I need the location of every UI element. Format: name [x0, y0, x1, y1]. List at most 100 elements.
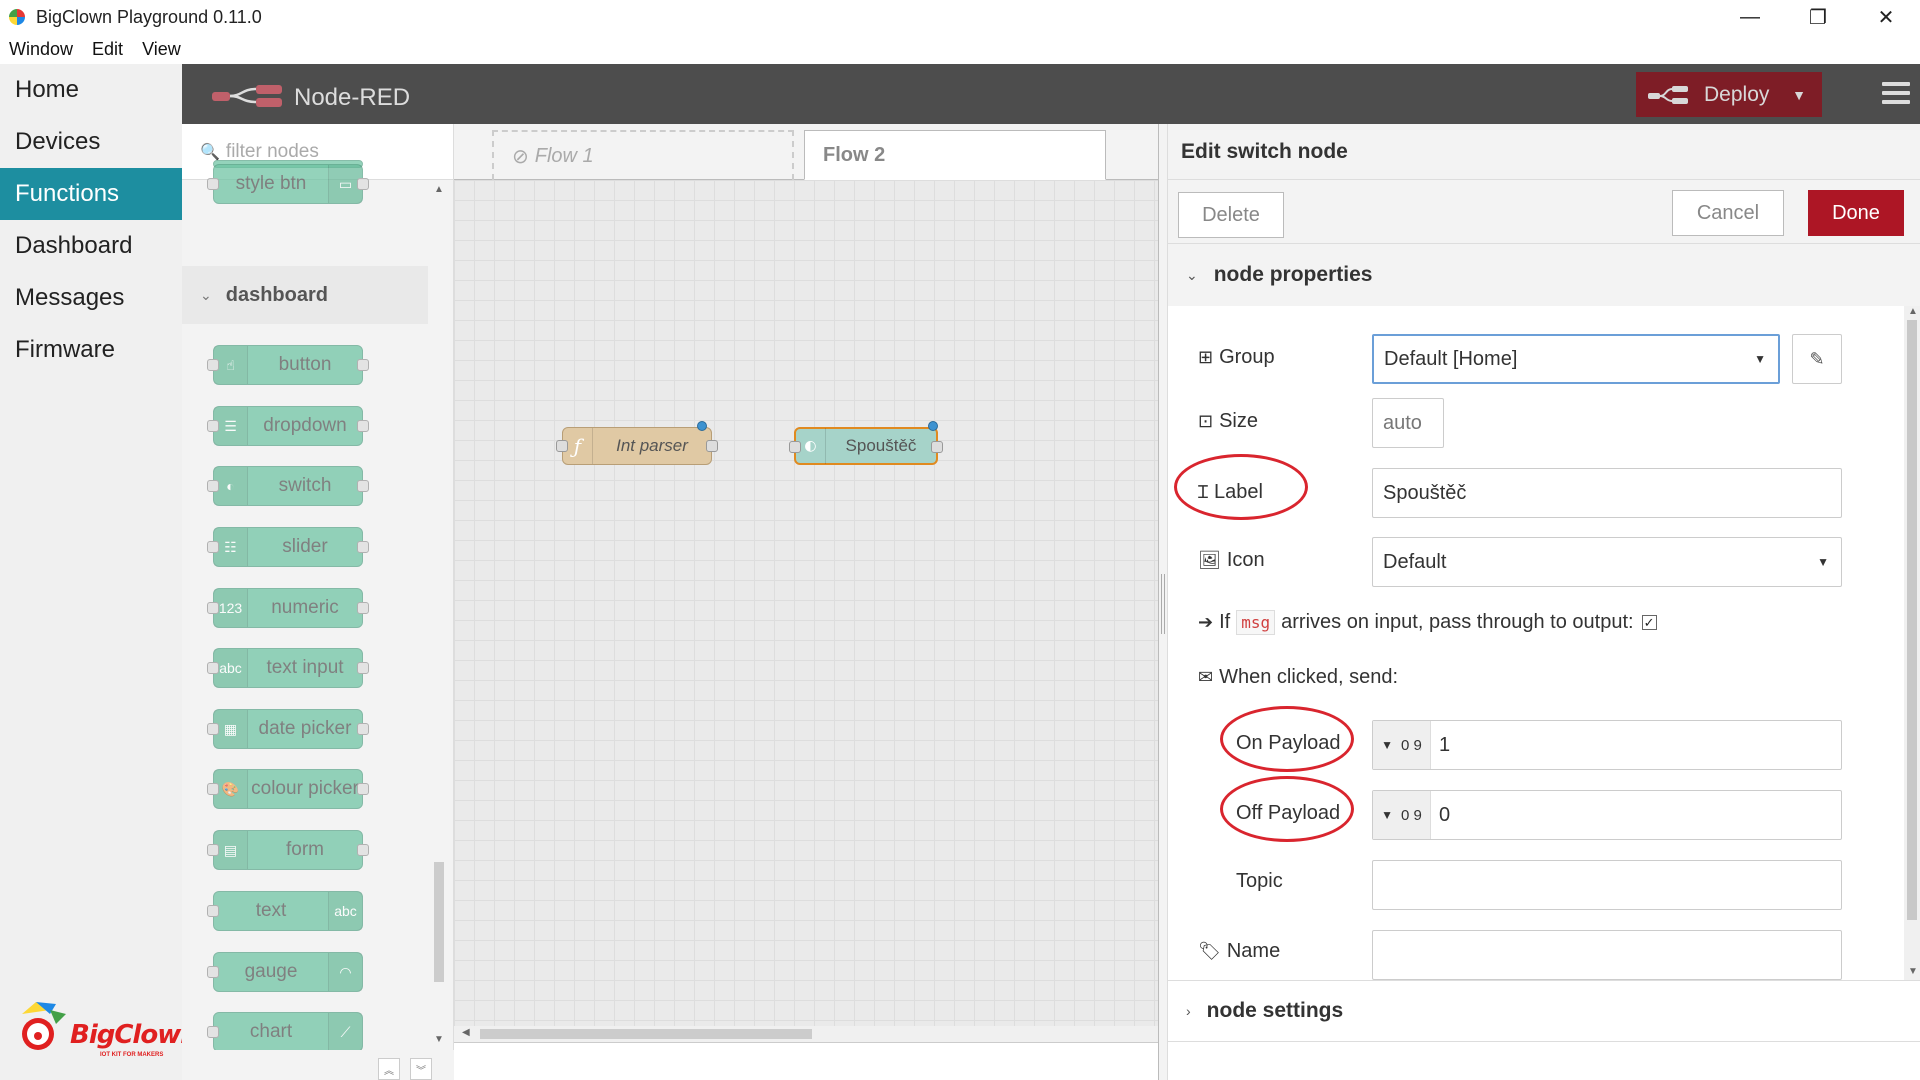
expand-all-icon[interactable]: ︾ — [410, 1058, 432, 1080]
nav-messages[interactable]: Messages — [0, 272, 182, 324]
main-menu-icon[interactable] — [1882, 82, 1910, 106]
nodered-header: Node-RED Deploy ▼ — [182, 64, 1920, 124]
workspace-horizontal-scrollbar[interactable]: ◀ — [454, 1026, 1158, 1042]
palette-node-text-input[interactable]: abc text input — [207, 648, 369, 688]
input-port — [207, 480, 219, 492]
window-controls: — ❐ ✕ — [1716, 0, 1920, 34]
number-type-icon: 0 9 — [1401, 736, 1422, 754]
input-port — [207, 420, 219, 432]
topic-input[interactable] — [1372, 860, 1842, 910]
chart-icon: ⟋ — [328, 1013, 362, 1051]
arrow-right-icon: ➔ — [1198, 612, 1214, 632]
palette-node-dropdown[interactable]: ☰ dropdown — [207, 406, 369, 446]
type-select-number[interactable]: ▼ 0 9 — [1373, 721, 1431, 769]
abc-icon: abc — [214, 649, 248, 687]
palette-category-dashboard[interactable]: ⌄ dashboard — [182, 266, 428, 324]
deploy-dropdown-icon[interactable]: ▼ — [1792, 87, 1806, 103]
output-port — [357, 783, 369, 795]
input-port — [207, 723, 219, 735]
done-button[interactable]: Done — [1808, 190, 1904, 236]
size-label: ⊡ Size — [1198, 410, 1258, 432]
size-button[interactable]: auto — [1372, 398, 1444, 448]
on-payload-input[interactable]: ▼ 0 9 1 — [1372, 720, 1842, 770]
input-port — [207, 662, 219, 674]
type-select-number[interactable]: ▼ 0 9 — [1373, 791, 1431, 839]
scroll-up-icon[interactable]: ▲ — [434, 184, 444, 195]
workspace-scroll-thumb[interactable] — [480, 1029, 812, 1039]
tab-flow-2[interactable]: Flow 2 — [804, 130, 1106, 180]
section-node-settings[interactable]: › node settings — [1168, 980, 1920, 1042]
palette-node-text[interactable]: text abc — [207, 891, 363, 931]
nav-devices[interactable]: Devices — [0, 116, 182, 168]
group-select[interactable]: Default [Home] ▼ — [1372, 334, 1780, 384]
workspace-dim-overlay — [454, 180, 1158, 1042]
palette-node-style-btn[interactable]: style btn ▭ — [207, 164, 369, 204]
palette-node-chart[interactable]: chart ⟋ — [207, 1012, 363, 1052]
highlight-circle-off-payload — [1220, 776, 1354, 842]
name-input[interactable] — [1372, 930, 1842, 980]
deploy-button[interactable]: Deploy ▼ — [1636, 72, 1822, 117]
palette-node-date-picker[interactable]: ▦ date picker — [207, 709, 369, 749]
collapse-all-icon[interactable]: ︽ — [378, 1058, 400, 1080]
palette-node-numeric[interactable]: 123 numeric — [207, 588, 369, 628]
calendar-icon: ▦ — [214, 710, 248, 748]
changed-indicator — [928, 421, 938, 431]
menu-window[interactable]: Window — [0, 39, 83, 60]
output-port — [357, 844, 369, 856]
form-icon: ▤ — [214, 831, 248, 869]
msg-code-tag: msg — [1236, 610, 1276, 635]
section-node-properties[interactable]: ⌄ node properties — [1168, 244, 1920, 306]
palette-node-button[interactable]: ☝ button — [207, 345, 369, 385]
input-port — [207, 966, 219, 978]
passthrough-checkbox[interactable]: ✓ — [1641, 615, 1657, 630]
image-icon: 🖼 — [1198, 550, 1221, 570]
tray-scroll-thumb[interactable] — [1907, 320, 1917, 920]
label-input[interactable]: Spouštěč — [1372, 468, 1842, 518]
toggle-icon: ◐ — [214, 467, 248, 505]
scroll-down-icon[interactable]: ▼ — [434, 1034, 444, 1045]
input-port — [207, 783, 219, 795]
output-port — [931, 441, 943, 453]
palette-scrollbar[interactable]: ▲ ▼ — [432, 182, 446, 1048]
tray-toolbar: Delete Cancel Done — [1168, 180, 1920, 244]
off-payload-input[interactable]: ▼ 0 9 0 — [1372, 790, 1842, 840]
palette-scroll-thumb[interactable] — [434, 862, 444, 982]
palette-node-slider[interactable]: ☷ slider — [207, 527, 369, 567]
changed-indicator — [697, 421, 707, 431]
gauge-icon: ◠ — [328, 953, 362, 991]
nav-firmware[interactable]: Firmware — [0, 324, 182, 376]
flow-node-int-parser[interactable]: ƒ Int parser — [556, 427, 718, 465]
topic-label: Topic — [1236, 870, 1283, 892]
flow-node-spoustec[interactable]: ◐ Spouštěč — [789, 427, 943, 465]
palette-node-form[interactable]: ▤ form — [207, 830, 369, 870]
palette-node-colour-picker[interactable]: 🎨 colour picker — [207, 769, 369, 809]
edit-group-button[interactable]: ✎ — [1792, 334, 1842, 384]
nav-dashboard[interactable]: Dashboard — [0, 220, 182, 272]
delete-button[interactable]: Delete — [1178, 192, 1284, 238]
input-port — [207, 541, 219, 553]
cancel-button[interactable]: Cancel — [1672, 190, 1784, 236]
close-button[interactable]: ✕ — [1852, 0, 1920, 34]
palette-node-switch[interactable]: ◐ switch — [207, 466, 369, 506]
palette-node-gauge[interactable]: gauge ◠ — [207, 952, 363, 992]
nav-home[interactable]: Home — [0, 64, 182, 116]
menu-edit[interactable]: Edit — [83, 39, 133, 60]
tray-scrollbar[interactable]: ▲ ▼ — [1904, 306, 1920, 980]
chevron-down-icon: ⌄ — [200, 286, 212, 303]
icon-select[interactable]: Default ▼ — [1372, 537, 1842, 587]
menu-view[interactable]: View — [133, 39, 191, 60]
splitter-grip-icon[interactable] — [1161, 574, 1165, 634]
group-label: ⊞ Group — [1198, 346, 1275, 368]
palette-icon: 🎨 — [214, 770, 248, 808]
scroll-left-icon[interactable]: ◀ — [462, 1027, 470, 1038]
nav-functions[interactable]: Functions — [0, 168, 182, 220]
edit-node-tray: Edit switch node Delete Cancel Done ⌄ no… — [1168, 124, 1920, 1080]
output-port — [357, 662, 369, 674]
sidebar-splitter[interactable] — [1158, 124, 1168, 1080]
minimize-button[interactable]: — — [1716, 0, 1784, 34]
scroll-down-icon[interactable]: ▼ — [1908, 966, 1918, 977]
tab-flow-1[interactable]: ⊘ Flow 1 — [492, 130, 794, 180]
restore-button[interactable]: ❐ — [1784, 0, 1852, 34]
scroll-up-icon[interactable]: ▲ — [1908, 306, 1918, 317]
output-port — [357, 723, 369, 735]
